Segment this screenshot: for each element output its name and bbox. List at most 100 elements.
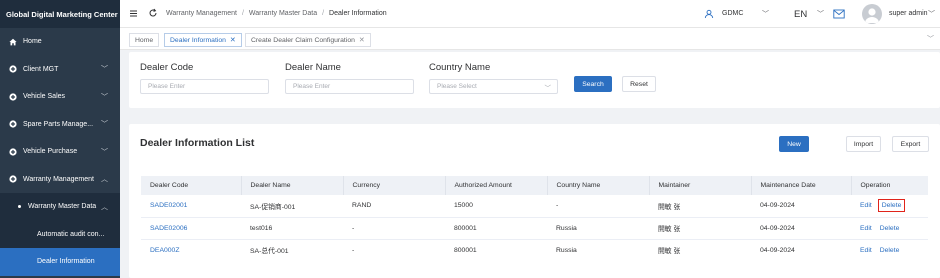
tab-dealer-information[interactable]: Dealer Information ✕ (164, 33, 242, 47)
dealer-code-link[interactable]: SADE02006 (141, 217, 241, 240)
country-cell: Russia (556, 246, 577, 254)
dealer-code-input[interactable]: Please Enter (140, 79, 269, 94)
edit-link[interactable]: Edit (860, 202, 872, 209)
dealer-name-cell: SA-促销商-001 (241, 195, 343, 218)
app-title: Global Digital Marketing Center (0, 0, 120, 28)
table-header-row: Dealer Code Dealer Name Currency Authori… (141, 176, 928, 195)
sidebar-item-dealer-information[interactable]: Dealer Information (0, 248, 120, 276)
country-name-label: Country Name (429, 62, 491, 73)
sidebar-item-automatic-audit[interactable]: Automatic audit con... (0, 220, 120, 248)
tab-home[interactable]: Home (129, 33, 160, 47)
dealer-code-link[interactable]: SADE02001 (141, 195, 241, 218)
currency-cell: - (343, 217, 445, 240)
language-selector[interactable]: EN (794, 9, 807, 20)
tab-label: Dealer Information (170, 36, 226, 44)
search-panel: Dealer Code Please Enter Dealer Name Ple… (129, 52, 940, 108)
column-header: Authorized Amount (445, 176, 548, 195)
org-selector[interactable]: GDMC (722, 10, 743, 17)
chevron-down-icon[interactable]: ﹀ (762, 9, 769, 19)
maintainer-cell: 開敏 张 (649, 195, 751, 218)
chevron-down-icon[interactable]: ﹀ (927, 34, 934, 44)
close-icon[interactable]: ✕ (359, 36, 365, 44)
chevron-down-icon: ﹀ (101, 66, 108, 74)
chevron-down-icon: ﹀ (101, 121, 108, 129)
country-cell: - (547, 195, 649, 218)
sidebar-item-vehicle-sales[interactable]: Vehicle Sales ﹀ (0, 83, 120, 111)
country-cell: Russia (547, 217, 649, 240)
refresh-icon[interactable] (148, 8, 158, 20)
chevron-down-icon: ﹀ (101, 93, 108, 101)
plus-circle-icon (9, 65, 17, 73)
delete-link[interactable]: Delete (878, 224, 902, 233)
sidebar-item-label: Automatic audit con... (37, 230, 105, 238)
chevron-down-icon: ﹀ (101, 148, 108, 156)
column-header: Dealer Name (241, 176, 344, 195)
currency-cell: - (352, 246, 355, 254)
sidebar-item-vehicle-purchase[interactable]: Vehicle Purchase ﹀ (0, 138, 120, 166)
sidebar-item-client-mgt[interactable]: Client MGT ﹀ (0, 56, 120, 84)
close-icon[interactable]: ✕ (230, 36, 236, 44)
dealer-name-cell: SA-总代-001 (250, 248, 289, 256)
operation-cell: Edit Delete (851, 239, 928, 261)
dealer-list-panel: Dealer Information List New Import Expor… (129, 124, 940, 278)
sidebar-item-label: Vehicle Sales (23, 93, 66, 101)
mail-icon[interactable] (833, 9, 845, 21)
table-row: SADE02001 SA-促销商-001 RAND 15000 - 開敏 张 0… (141, 195, 928, 218)
chevron-down-icon[interactable]: ﹀ (928, 9, 935, 19)
username[interactable]: super admin (889, 10, 928, 17)
dealer-name-label: Dealer Name (285, 62, 341, 73)
sidebar-item-label: Dealer Information (37, 258, 95, 266)
select-placeholder: Please Select (437, 83, 477, 90)
plus-circle-icon (9, 93, 17, 101)
operation-cell: Edit Delete (851, 195, 928, 218)
amount-cell: 800001 (445, 217, 547, 240)
column-header: Maintenance Date (751, 176, 852, 195)
user-icon (704, 9, 714, 21)
table-row: SADE02006 test016 - 800001 Russia 開敏 张 0… (141, 217, 928, 240)
chevron-up-icon: ︿ (101, 203, 108, 211)
edit-link[interactable]: Edit (860, 225, 872, 232)
new-button[interactable]: New (779, 136, 809, 152)
amount-cell: 15000 (445, 195, 547, 218)
delete-link[interactable]: Delete (877, 199, 906, 213)
dealer-name-input[interactable]: Please Enter (285, 79, 414, 94)
currency-cell: RAND (343, 195, 445, 218)
delete-link[interactable]: Delete (878, 246, 902, 255)
export-button[interactable]: Export (892, 136, 929, 152)
sidebar-item-warranty-master-data[interactable]: Warranty Master Data ︿ (0, 193, 120, 221)
tab-create-dealer-claim-configuration[interactable]: Create Dealer Claim Configuration ✕ (245, 33, 371, 47)
search-button[interactable]: Search (574, 76, 612, 92)
chevron-up-icon: ︿ (101, 176, 108, 184)
breadcrumb-current: Dealer Information (329, 10, 387, 17)
edit-link[interactable]: Edit (860, 247, 872, 254)
operation-cell: Edit Delete (851, 217, 928, 240)
tabs-bar: Home Dealer Information ✕ Create Dealer … (120, 28, 940, 50)
avatar[interactable] (862, 4, 882, 24)
list-title: Dealer Information List (140, 137, 255, 149)
menu-toggle-icon[interactable] (129, 9, 138, 20)
maintainer-cell: 開敏 张 (658, 248, 681, 256)
sidebar-item-label: Client MGT (23, 65, 59, 73)
sidebar-item-label: Warranty Master Data (28, 203, 97, 211)
chevron-down-icon[interactable]: ﹀ (817, 9, 824, 19)
breadcrumb: Warranty Management / Warranty Master Data… (166, 10, 387, 17)
reset-button[interactable]: Reset (622, 76, 656, 92)
dealer-code-link[interactable]: DEA000Z (141, 239, 241, 261)
sidebar-item-home[interactable]: Home (0, 28, 120, 56)
sidebar-item-label: Warranty Management (23, 175, 94, 183)
tab-label: Home (135, 36, 154, 44)
dealer-code-label: Dealer Code (140, 62, 194, 73)
breadcrumb-item[interactable]: Warranty Management (166, 10, 237, 17)
plus-circle-icon (9, 175, 17, 183)
date-cell: 04-09-2024 (751, 217, 851, 240)
breadcrumb-item[interactable]: Warranty Master Data (249, 10, 317, 17)
sidebar-item-label: Spare Parts Manage... (23, 120, 94, 128)
sidebar: Global Digital Marketing Center Home Cli… (0, 0, 120, 278)
sidebar-item-warranty-management[interactable]: Warranty Management ︿ (0, 166, 120, 194)
column-header: Maintainer (649, 176, 752, 195)
sidebar-item-spare-parts[interactable]: Spare Parts Manage... ﹀ (0, 111, 120, 139)
import-button[interactable]: Import (846, 136, 881, 152)
column-header: Operation (851, 176, 928, 195)
dealer-name-cell: test016 (241, 217, 343, 240)
country-name-select[interactable]: Please Select ﹀ (429, 79, 558, 94)
